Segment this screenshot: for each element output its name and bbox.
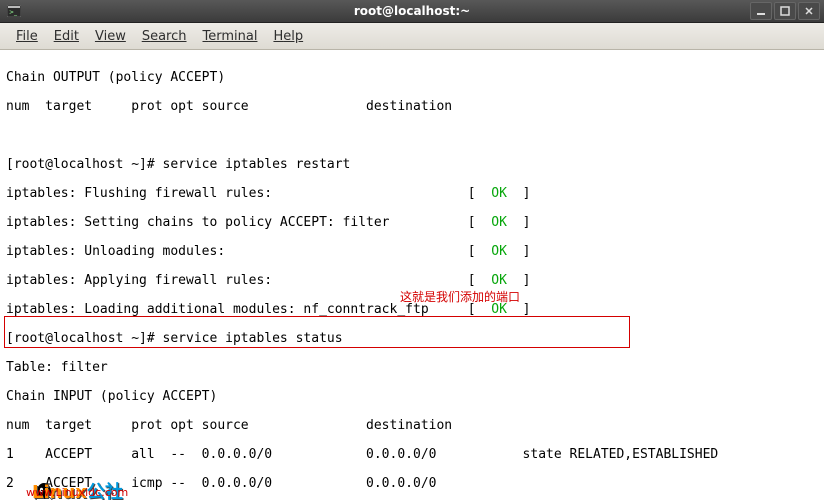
bracket: [ bbox=[468, 244, 491, 259]
output-line: num target prot opt source destination bbox=[6, 419, 818, 434]
menu-help-label: Help bbox=[273, 29, 303, 44]
menu-terminal[interactable]: Terminal bbox=[195, 26, 266, 47]
window-titlebar: >_ root@localhost:~ bbox=[0, 0, 824, 23]
menu-view-label: View bbox=[95, 29, 126, 44]
window-controls bbox=[750, 0, 820, 22]
bracket: ] bbox=[507, 186, 530, 201]
output-line: num target prot opt source destination bbox=[6, 100, 818, 115]
output-text: iptables: Unloading modules: bbox=[6, 244, 468, 259]
output-line: iptables: Applying firewall rules: [ OK … bbox=[6, 274, 818, 289]
output-line: [root@localhost ~]# service iptables sta… bbox=[6, 332, 818, 347]
output-line: Chain OUTPUT (policy ACCEPT) bbox=[6, 71, 818, 86]
svg-text:>_: >_ bbox=[9, 9, 18, 16]
output-line: 1 ACCEPT all -- 0.0.0.0/0 0.0.0.0/0 stat… bbox=[6, 448, 818, 463]
bracket: ] bbox=[507, 215, 530, 230]
status-ok: OK bbox=[491, 302, 507, 317]
menu-search-label: Search bbox=[142, 29, 187, 44]
bracket: [ bbox=[468, 215, 491, 230]
window-title: root@localhost:~ bbox=[0, 4, 824, 18]
watermark: Linux 公社 www.Linuxidc.com bbox=[4, 466, 123, 500]
bracket: [ bbox=[468, 186, 491, 201]
close-button[interactable] bbox=[798, 2, 820, 20]
terminal-output[interactable]: Chain OUTPUT (policy ACCEPT) num target … bbox=[0, 50, 824, 500]
output-line: iptables: Setting chains to policy ACCEP… bbox=[6, 216, 818, 231]
output-line: [root@localhost ~]# service iptables res… bbox=[6, 158, 818, 173]
output-text: iptables: Setting chains to policy ACCEP… bbox=[6, 215, 468, 230]
output-line: iptables: Loading additional modules: nf… bbox=[6, 303, 818, 318]
output-text: iptables: Loading additional modules: nf… bbox=[6, 302, 468, 317]
menu-edit-label: Edit bbox=[54, 29, 79, 44]
output-text: iptables: Applying firewall rules: bbox=[6, 273, 468, 288]
menu-file[interactable]: File bbox=[8, 26, 46, 47]
status-ok: OK bbox=[491, 215, 507, 230]
bracket: [ bbox=[468, 302, 491, 317]
menu-help[interactable]: Help bbox=[265, 26, 311, 47]
output-line: Table: filter bbox=[6, 361, 818, 376]
status-ok: OK bbox=[491, 186, 507, 201]
output-line bbox=[6, 129, 818, 144]
bracket: ] bbox=[507, 244, 530, 259]
maximize-button[interactable] bbox=[774, 2, 796, 20]
minimize-button[interactable] bbox=[750, 2, 772, 20]
status-ok: OK bbox=[491, 244, 507, 259]
menu-view[interactable]: View bbox=[87, 26, 134, 47]
menu-bar: File Edit View Search Terminal Help bbox=[0, 23, 824, 50]
bracket: ] bbox=[507, 302, 530, 317]
status-ok: OK bbox=[491, 273, 507, 288]
bracket: [ bbox=[468, 273, 491, 288]
watermark-url: www.Linuxidc.com bbox=[26, 486, 128, 500]
output-line: Chain INPUT (policy ACCEPT) bbox=[6, 390, 818, 405]
terminal-app-icon: >_ bbox=[6, 3, 22, 19]
output-text: iptables: Flushing firewall rules: bbox=[6, 186, 468, 201]
menu-terminal-label: Terminal bbox=[203, 29, 258, 44]
output-line: iptables: Unloading modules: [ OK ] bbox=[6, 245, 818, 260]
bracket: ] bbox=[507, 273, 530, 288]
menu-file-label: File bbox=[16, 29, 38, 44]
menu-edit[interactable]: Edit bbox=[46, 26, 87, 47]
menu-search[interactable]: Search bbox=[134, 26, 195, 47]
output-line: iptables: Flushing firewall rules: [ OK … bbox=[6, 187, 818, 202]
